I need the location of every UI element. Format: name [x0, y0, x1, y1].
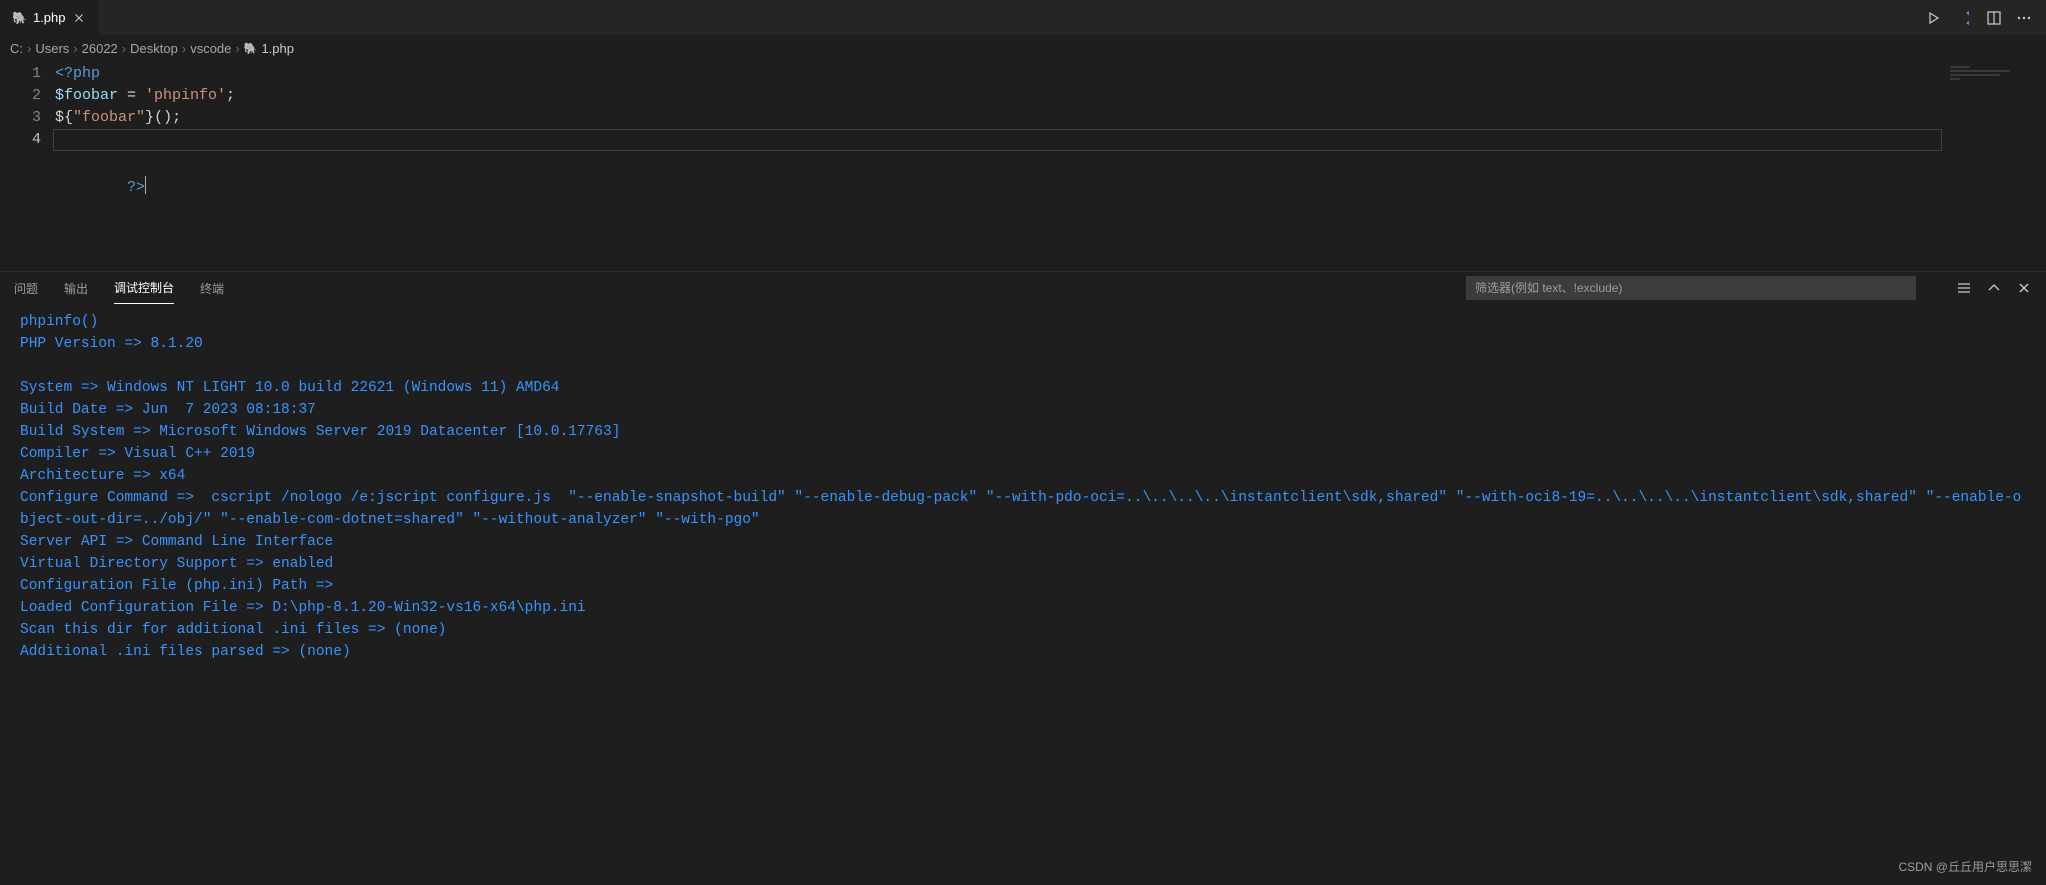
close-icon[interactable] — [72, 11, 86, 25]
tab-filename: 1.php — [33, 10, 66, 25]
debug-line: Build System => Microsoft Windows Server… — [20, 421, 2026, 443]
debug-line: Scan this dir for additional .ini files … — [20, 619, 2026, 641]
tab-problems[interactable]: 问题 — [14, 272, 38, 304]
code-line: $foobar = 'phpinfo'; — [55, 85, 1946, 107]
line-number: 2 — [0, 85, 41, 107]
chevron-right-icon: › — [27, 41, 31, 56]
crumb-file[interactable]: 🐘 1.php — [244, 41, 294, 56]
line-gutter: 1 2 3 4 — [0, 61, 55, 271]
debug-console-output[interactable]: phpinfo()PHP Version => 8.1.20 System =>… — [0, 305, 2046, 885]
code-editor[interactable]: 1 2 3 4 <?php $foobar = 'phpinfo'; ${"fo… — [0, 61, 2046, 271]
chevron-right-icon: › — [73, 41, 77, 56]
line-number: 3 — [0, 107, 41, 129]
crumb-file-label: 1.php — [261, 41, 294, 56]
minimap[interactable] — [1946, 61, 2046, 271]
code-line-current: ?> — [55, 129, 1946, 151]
watermark: CSDN @丘丘用户思思潔 — [1898, 858, 2032, 875]
debug-line: Server API => Command Line Interface — [20, 531, 2026, 553]
editor-tabbar: 🐘 1.php — [0, 0, 2046, 35]
debug-line: Loaded Configuration File => D:\php-8.1.… — [20, 597, 2026, 619]
debug-line: Virtual Directory Support => enabled — [20, 553, 2026, 575]
list-icon[interactable] — [1956, 280, 1972, 296]
debug-line — [20, 355, 2026, 377]
debug-line: PHP Version => 8.1.20 — [20, 333, 2026, 355]
line-number: 1 — [0, 63, 41, 85]
code-line: <?php — [55, 63, 1946, 85]
php-file-icon: 🐘 — [244, 42, 258, 55]
tab-terminal[interactable]: 终端 — [200, 272, 224, 304]
split-editor-icon[interactable] — [1986, 10, 2002, 26]
debug-line: Configuration File (php.ini) Path => — [20, 575, 2026, 597]
tab-debug-console[interactable]: 调试控制台 — [114, 272, 174, 304]
debug-line: System => Windows NT LIGHT 10.0 build 22… — [20, 377, 2026, 399]
bottom-panel: 问题 输出 调试控制台 终端 phpinfo()PHP Version => 8… — [0, 271, 2046, 885]
crumb-c[interactable]: C: — [10, 41, 23, 56]
editor-actions — [1912, 0, 2046, 35]
more-icon[interactable] — [2016, 10, 2032, 26]
chevron-right-icon: › — [182, 41, 186, 56]
close-panel-icon[interactable] — [2016, 280, 2032, 296]
debug-line: Compiler => Visual C++ 2019 — [20, 443, 2026, 465]
panel-tabs: 问题 输出 调试控制台 终端 — [0, 272, 2046, 305]
editor-tab-1php[interactable]: 🐘 1.php — [0, 0, 99, 35]
breadcrumb: C: › Users › 26022 › Desktop › vscode › … — [0, 35, 2046, 61]
debug-line: Build Date => Jun 7 2023 08:18:37 — [20, 399, 2026, 421]
debug-line: Configure Command => cscript /nologo /e:… — [20, 487, 2026, 531]
debug-line: Additional .ini files parsed => (none) — [20, 641, 2026, 663]
crumb-users[interactable]: Users — [35, 41, 69, 56]
crumb-desktop[interactable]: Desktop — [130, 41, 178, 56]
chevron-right-icon: › — [122, 41, 126, 56]
cursor — [145, 176, 146, 194]
chevron-up-icon[interactable] — [1986, 280, 2002, 296]
crumb-vscode[interactable]: vscode — [190, 41, 231, 56]
debug-line: Architecture => x64 — [20, 465, 2026, 487]
run-icon[interactable] — [1926, 10, 1942, 26]
chevron-right-icon: › — [235, 41, 239, 56]
crumb-26022[interactable]: 26022 — [82, 41, 118, 56]
debug-icon[interactable] — [1956, 10, 1972, 26]
php-file-icon: 🐘 — [12, 11, 27, 25]
panel-actions — [1956, 280, 2032, 296]
filter-input[interactable] — [1466, 276, 1916, 300]
code-content[interactable]: <?php $foobar = 'phpinfo'; ${"foobar"}()… — [55, 61, 1946, 271]
code-line: ${"foobar"}(); — [55, 107, 1946, 129]
debug-line: phpinfo() — [20, 311, 2026, 333]
line-number: 4 — [0, 129, 41, 151]
tab-output[interactable]: 输出 — [64, 272, 88, 304]
